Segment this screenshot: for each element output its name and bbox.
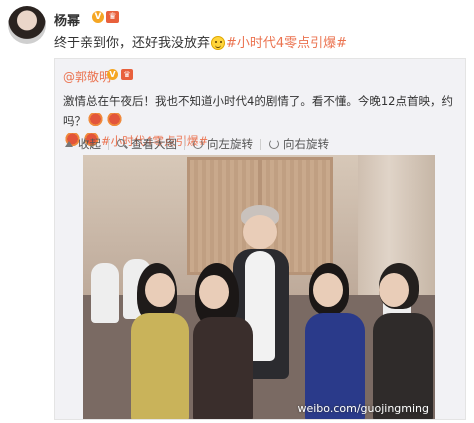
mascot-emoji-icon [107, 113, 122, 128]
photo-watermark: weibo.com/guojingming [297, 402, 429, 415]
photo-person [129, 263, 259, 419]
image-toolbar: 收起 查看大图 向左旋转 向右旋转 [63, 136, 333, 152]
rotate-right-label: 向右旋转 [283, 137, 329, 151]
rotate-left-icon [192, 138, 204, 150]
rotate-left-button[interactable]: 向左旋转 [192, 136, 253, 152]
smile-emoji-icon [211, 36, 226, 50]
repost-crown-icon[interactable]: ♛ [121, 69, 133, 80]
verified-badge-icon[interactable]: V [92, 11, 104, 23]
zoom-icon [116, 138, 128, 150]
photo-person [305, 263, 435, 419]
rotate-right-button[interactable]: 向右旋转 [268, 136, 329, 152]
author-avatar[interactable] [8, 6, 46, 44]
rotate-right-icon [268, 138, 280, 150]
collapse-icon [63, 138, 75, 150]
repost-verified-badge-icon[interactable]: V [107, 69, 118, 80]
author-name[interactable]: 杨幂 [54, 10, 80, 29]
reposted-weibo: @郭敬明 V ♛ 激情总在午夜后！我也不知道小时代4的剧情了。看不懂。今晚12点… [54, 58, 466, 420]
repost-author-link[interactable]: @郭敬明 [63, 68, 111, 85]
toolbar-divider [108, 138, 109, 150]
rotate-left-label: 向左旋转 [207, 137, 253, 151]
post-body-text: 终于亲到你，还好我没放弃 [54, 36, 211, 51]
crown-icon[interactable]: ♛ [106, 11, 119, 23]
post-text: 终于亲到你，还好我没放弃 #小时代4零点引爆# [54, 32, 347, 51]
view-large-label: 查看大图 [131, 137, 177, 151]
photo-chair [91, 263, 119, 323]
collapse-label: 收起 [78, 137, 101, 151]
toolbar-divider [184, 138, 185, 150]
weibo-post-card: 杨幂 V ♛ 终于亲到你，还好我没放弃 #小时代4零点引爆# @郭敬明 V ♛ 激… [0, 0, 474, 423]
collapse-button[interactable]: 收起 [63, 136, 101, 152]
mascot-emoji-icon [88, 113, 103, 128]
post-photo[interactable]: weibo.com/guojingming [83, 155, 435, 419]
view-large-button[interactable]: 查看大图 [116, 136, 177, 152]
toolbar-divider [260, 138, 261, 150]
post-hashtag-link[interactable]: #小时代4零点引爆# [226, 36, 347, 51]
